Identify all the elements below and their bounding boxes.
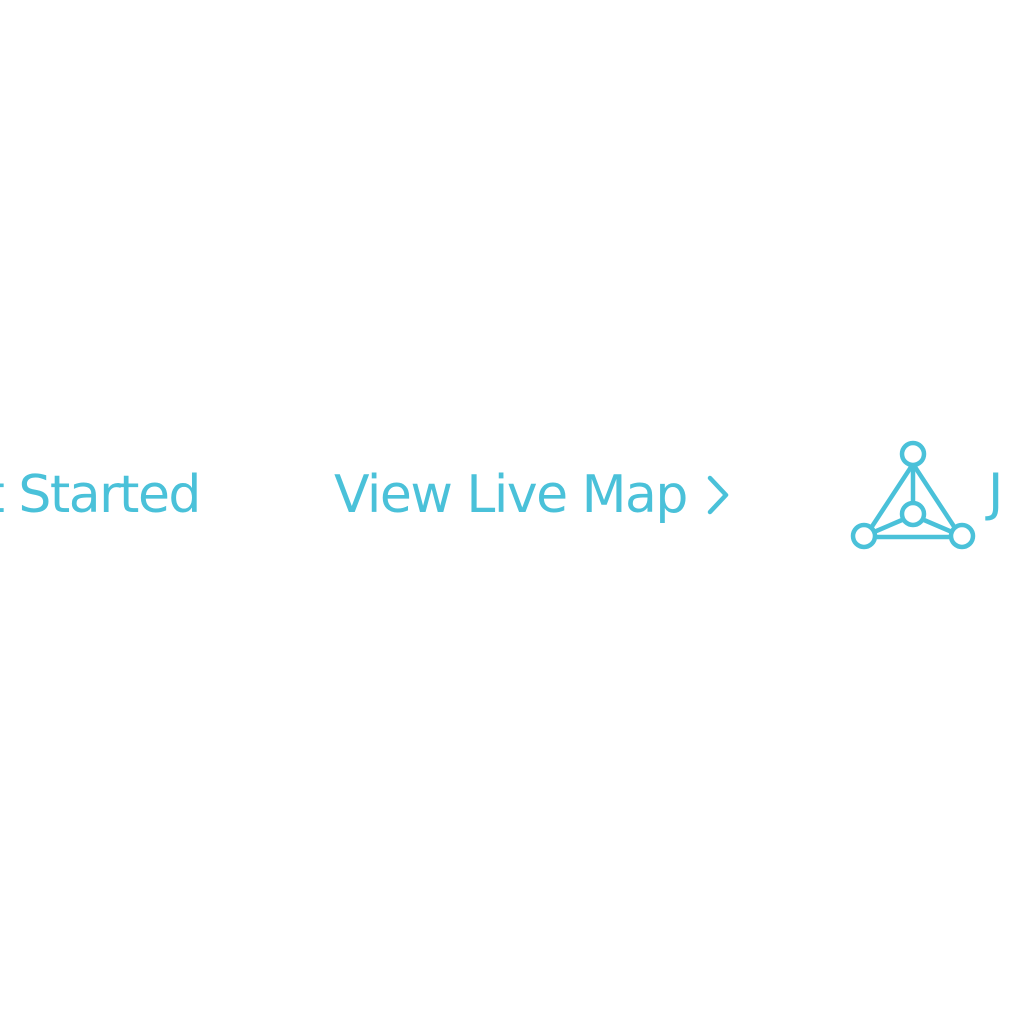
network-triangle-icon — [850, 440, 976, 550]
network-link-label: J — [988, 463, 1003, 523]
view-live-map-label: View Live Map — [334, 465, 688, 525]
page-canvas: et Started View Live Map J — [0, 0, 1024, 1024]
view-live-map-link[interactable]: View Live Map — [334, 469, 731, 521]
get-started-link[interactable]: et Started — [0, 469, 201, 521]
network-link[interactable]: J — [850, 440, 1003, 554]
chevron-right-icon — [707, 475, 729, 515]
